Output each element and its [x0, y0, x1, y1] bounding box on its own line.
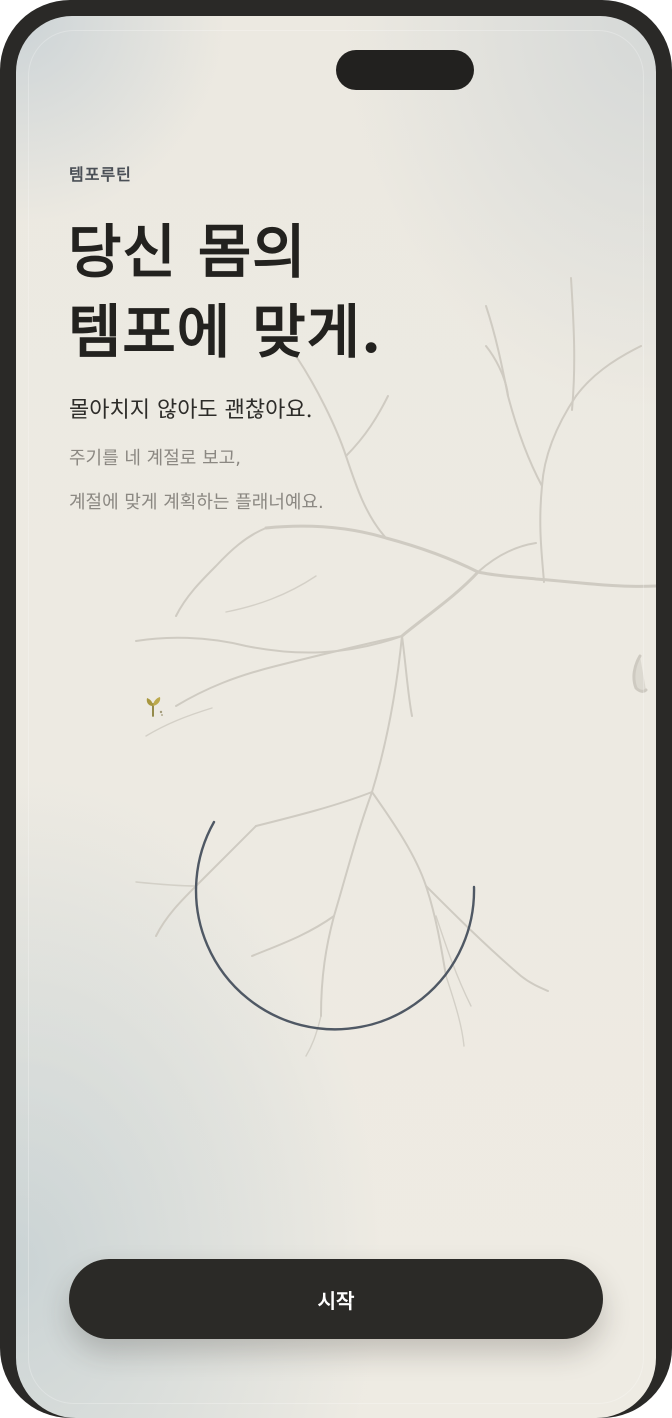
- dynamic-island: [336, 50, 474, 90]
- headline-line-2: 템포에 맞게.: [68, 298, 383, 366]
- headline: 당신 몸의 템포에 맞게.: [68, 212, 382, 372]
- headline-line-1: 당신 몸의: [68, 218, 307, 286]
- onboarding-screen: 템포루틴 당신 몸의 템포에 맞게. 몰아치지 않아도 괜찮아요. 주기를 네 …: [16, 16, 656, 1418]
- lead-text: 몰아치지 않아도 괜찮아요.: [69, 398, 313, 423]
- description-line-1: 주기를 네 계절로 보고,: [69, 448, 241, 469]
- brand-label: 템포루틴: [69, 165, 132, 184]
- phone-frame: 템포루틴 당신 몸의 템포에 맞게. 몰아치지 않아도 괜찮아요. 주기를 네 …: [0, 0, 672, 1418]
- description-line-2: 계절에 맞게 계획하는 플래너예요.: [69, 492, 324, 513]
- start-button[interactable]: 시작: [69, 1259, 603, 1339]
- sprout-icon: [146, 697, 163, 717]
